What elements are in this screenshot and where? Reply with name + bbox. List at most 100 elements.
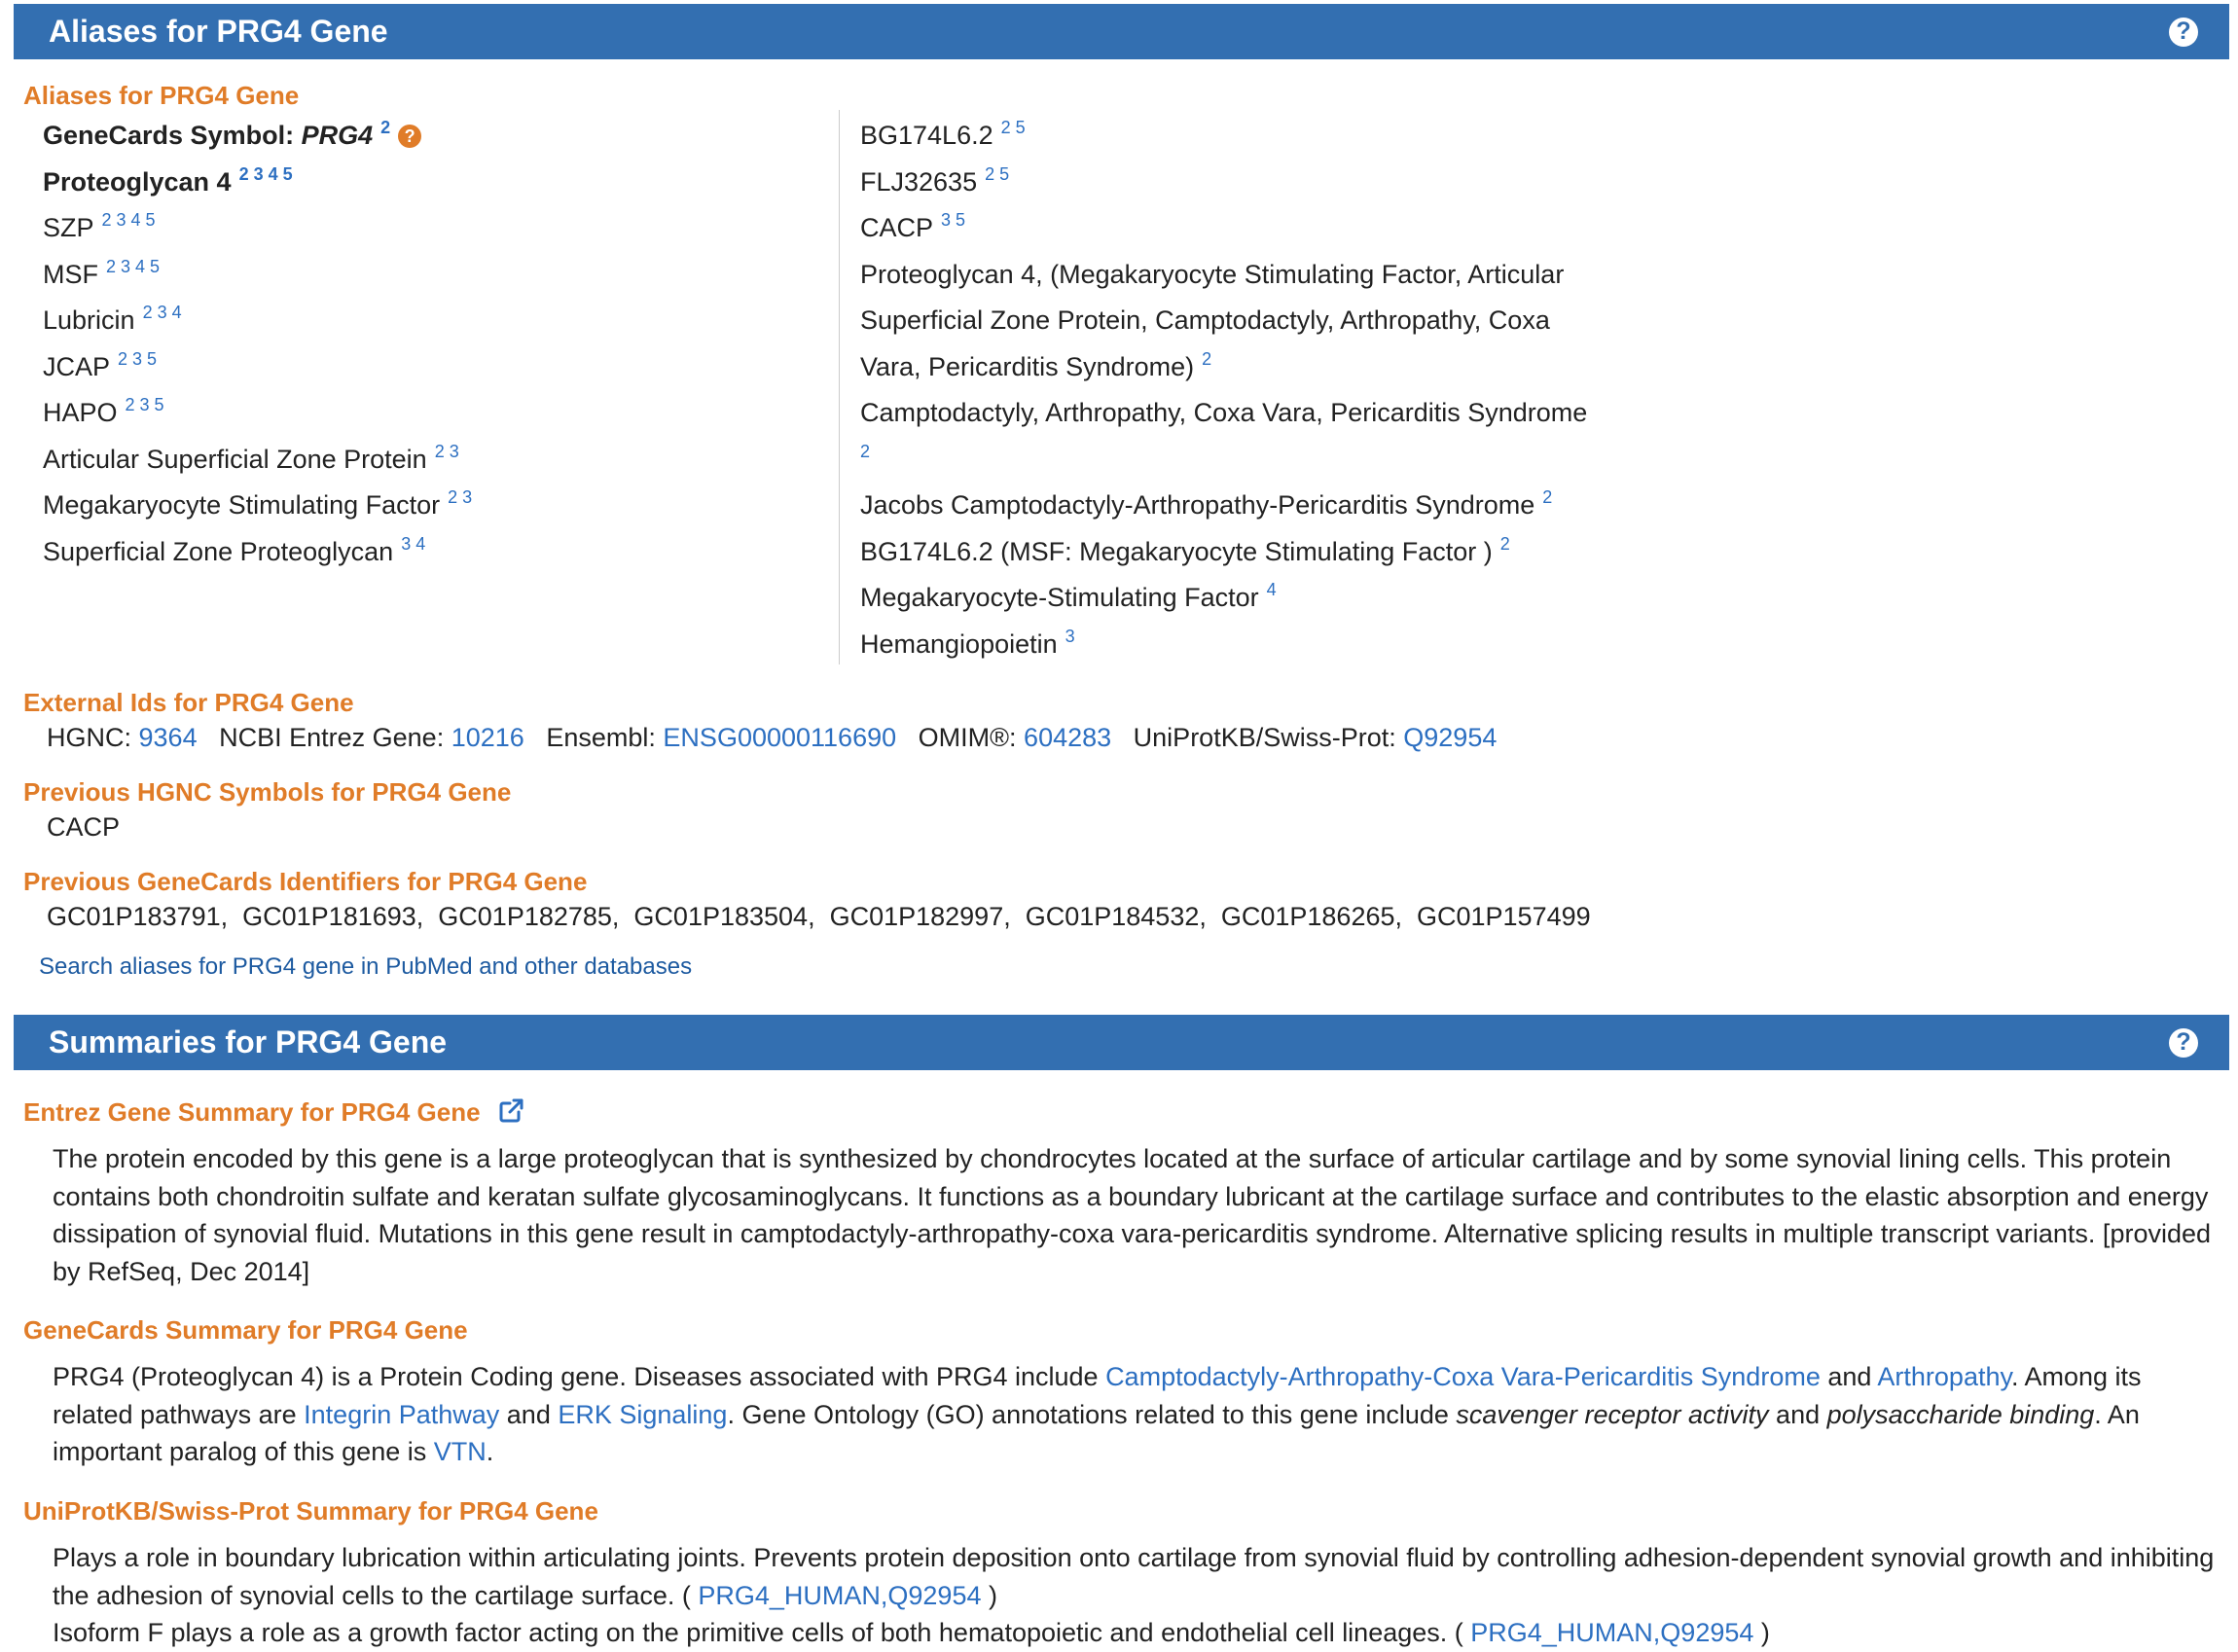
source-refs[interactable]: 2 5 — [1001, 118, 1026, 137]
aliases-subheading: Aliases for PRG4 Gene — [23, 81, 300, 110]
uniprot-p2-end: ) — [1753, 1618, 1770, 1647]
alias-item: Camptodactyly, Arthropathy, Coxa Vara, P… — [860, 390, 1587, 437]
source-refs[interactable]: 2 3 4 — [143, 303, 182, 322]
ensembl-label: Ensembl: — [546, 723, 656, 752]
alias-item: Superficial Zone Protein, Camptodactyly,… — [860, 298, 1587, 344]
genecards-summary-text: PRG4 (Proteoglycan 4) is a Protein Codin… — [53, 1358, 2218, 1471]
go-term-scavenger: scavenger receptor activity — [1456, 1399, 1769, 1429]
source-refs[interactable]: 2 3 4 5 — [239, 164, 293, 184]
alias-item: SZP 2 3 4 5 — [43, 205, 472, 252]
gc-text-5: . Gene Ontology (GO) annotations related… — [727, 1399, 1457, 1429]
alias-name: Proteoglycan 4 — [43, 166, 232, 197]
alias-name: FLJ32635 — [860, 166, 978, 197]
omim-link[interactable]: 604283 — [1024, 723, 1111, 752]
uniprot-label: UniProtKB/Swiss-Prot: — [1133, 723, 1396, 752]
source-refs[interactable]: 2 3 5 — [126, 395, 164, 414]
alias-item: JCAP 2 3 5 — [43, 344, 472, 391]
alias-item: Proteoglycan 4, (Megakaryocyte Stimulati… — [860, 252, 1587, 299]
entrez-summary-heading-text: Entrez Gene Summary for PRG4 Gene — [23, 1097, 481, 1127]
alias-item: MSF 2 3 4 5 — [43, 252, 472, 299]
source-refs[interactable]: 2 3 — [448, 487, 472, 507]
uniprot-paragraph-2: Isoform F plays a role as a growth facto… — [53, 1614, 2218, 1652]
gc-text-2: and — [1820, 1362, 1878, 1391]
search-aliases-link[interactable]: Search aliases for PRG4 gene in PubMed a… — [39, 953, 692, 981]
alias-item: HAPO 2 3 5 — [43, 390, 472, 437]
alias-name: SZP — [43, 213, 94, 242]
genecards-summary-heading: GeneCards Summary for PRG4 Gene — [23, 1315, 468, 1345]
alias-name: JCAP — [43, 351, 111, 381]
uniprot-summary-heading: UniProtKB/Swiss-Prot Summary for PRG4 Ge… — [23, 1496, 598, 1526]
entrez-link[interactable]: 10216 — [451, 723, 524, 752]
alias-item: BG174L6.2 (MSF: Megakaryocyte Stimulatin… — [860, 529, 1587, 576]
alias-item: BG174L6.2 2 5 — [860, 113, 1587, 160]
uniprot-entry-link[interactable]: PRG4_HUMAN,Q92954 — [698, 1581, 981, 1610]
source-refs[interactable]: 2 — [380, 118, 390, 137]
uniprot-entry-link[interactable]: PRG4_HUMAN,Q92954 — [1470, 1618, 1753, 1647]
aliases-section-header: Aliases for PRG4 Gene ? — [14, 4, 2229, 59]
alias-item: Megakaryocyte-Stimulating Factor 4 — [860, 575, 1587, 622]
column-divider — [839, 110, 840, 664]
uniprot-p2-text: Isoform F plays a role as a growth facto… — [53, 1618, 1471, 1647]
previous-hgnc-value: CACP — [47, 812, 121, 842]
source-refs[interactable]: 2 3 5 — [118, 349, 157, 369]
aliases-section-title: Aliases for PRG4 Gene — [49, 14, 388, 49]
paralog-link-vtn[interactable]: VTN — [434, 1437, 487, 1466]
uniprot-link[interactable]: Q92954 — [1403, 723, 1497, 752]
alias-name: Superficial Zone Protein, Camptodactyly,… — [860, 305, 1550, 335]
source-refs[interactable]: 2 — [1202, 349, 1211, 369]
alias-item: Vara, Pericarditis Syndrome) 2 — [860, 344, 1587, 391]
gc-text-6: and — [1768, 1399, 1827, 1429]
source-refs[interactable]: 2 3 — [435, 442, 459, 461]
source-refs[interactable]: 2 — [1542, 487, 1552, 507]
uniprot-p1-end: ) — [981, 1580, 997, 1610]
question-circle-icon[interactable]: ? — [2169, 1027, 2198, 1058]
alias-name: Camptodactyly, Arthropathy, Coxa Vara, P… — [860, 398, 1588, 427]
source-refs[interactable]: 3 — [1065, 627, 1075, 646]
alias-item: Superficial Zone Proteoglycan 3 4 — [43, 529, 472, 576]
previous-genecards-value: GC01P183791, GC01P181693, GC01P182785, G… — [47, 902, 1591, 931]
previous-hgnc-heading: Previous HGNC Symbols for PRG4 Gene — [23, 777, 512, 807]
alias-item: Megakaryocyte Stimulating Factor 2 3 — [43, 483, 472, 529]
disease-link-arthropathy[interactable]: Arthropathy — [1877, 1362, 2011, 1391]
alias-item: GeneCards Symbol: PRG4 2? — [43, 113, 472, 160]
external-link-icon[interactable] — [497, 1097, 524, 1125]
alias-item: Hemangiopoietin 3 — [860, 622, 1587, 668]
pathway-link-integrin[interactable]: Integrin Pathway — [304, 1400, 499, 1429]
question-circle-icon[interactable]: ? — [398, 125, 422, 148]
source-refs[interactable]: 2 3 4 5 — [106, 257, 160, 276]
alias-name: Lubricin — [43, 305, 135, 335]
question-circle-icon[interactable]: ? — [2169, 17, 2198, 47]
alias-item: FLJ32635 2 5 — [860, 160, 1587, 206]
source-refs[interactable]: 3 5 — [941, 210, 965, 230]
gene-card-page: Aliases for PRG4 Gene ? Aliases for PRG4… — [0, 0, 2238, 1647]
alias-name: CACP — [860, 213, 934, 242]
alias-name: Jacobs Camptodactyly-Arthropathy-Pericar… — [860, 490, 1535, 520]
alias-item: Articular Superficial Zone Protein 2 3 — [43, 437, 472, 484]
alias-item: 2 — [860, 437, 1587, 484]
aliases-left-column: GeneCards Symbol: PRG4 2? Proteoglycan 4 2 … — [43, 113, 472, 575]
source-refs[interactable]: 2 — [1500, 534, 1510, 554]
gene-symbol: PRG4 — [301, 121, 374, 150]
uniprot-p1-text: Plays a role in boundary lubrication wit… — [53, 1543, 2215, 1610]
hgnc-link[interactable]: 9364 — [139, 723, 198, 752]
alias-name: GeneCards Symbol: — [43, 121, 302, 150]
disease-link-camptodactyly[interactable]: Camptodactyly-Arthropathy-Coxa Vara-Peri… — [1105, 1362, 1821, 1391]
go-term-polysaccharide: polysaccharide binding — [1826, 1399, 2095, 1429]
alias-name: MSF — [43, 259, 98, 289]
alias-name: BG174L6.2 — [860, 121, 993, 150]
source-refs[interactable]: 2 3 4 5 — [102, 210, 156, 230]
gc-text-8: . — [486, 1437, 494, 1466]
hgnc-label: HGNC: — [47, 723, 131, 752]
pathway-link-erk[interactable]: ERK Signaling — [558, 1400, 727, 1429]
alias-item: Lubricin 2 3 4 — [43, 298, 472, 344]
source-refs[interactable]: 2 — [860, 442, 870, 461]
ensembl-link[interactable]: ENSG00000116690 — [663, 723, 896, 752]
source-refs[interactable]: 3 4 — [401, 534, 425, 554]
source-refs[interactable]: 4 — [1267, 580, 1277, 599]
alias-name: BG174L6.2 (MSF: Megakaryocyte Stimulatin… — [860, 536, 1493, 566]
uniprot-paragraph-1: Plays a role in boundary lubrication wit… — [53, 1539, 2218, 1614]
source-refs[interactable]: 2 5 — [985, 164, 1009, 184]
aliases-right-column: BG174L6.2 2 5 FLJ32635 2 5 CACP 3 5 Proteoglyc… — [860, 113, 1587, 667]
gc-text-1: PRG4 (Proteoglycan 4) is a Protein Codin… — [53, 1362, 1106, 1391]
gc-text-4: and — [499, 1399, 559, 1429]
